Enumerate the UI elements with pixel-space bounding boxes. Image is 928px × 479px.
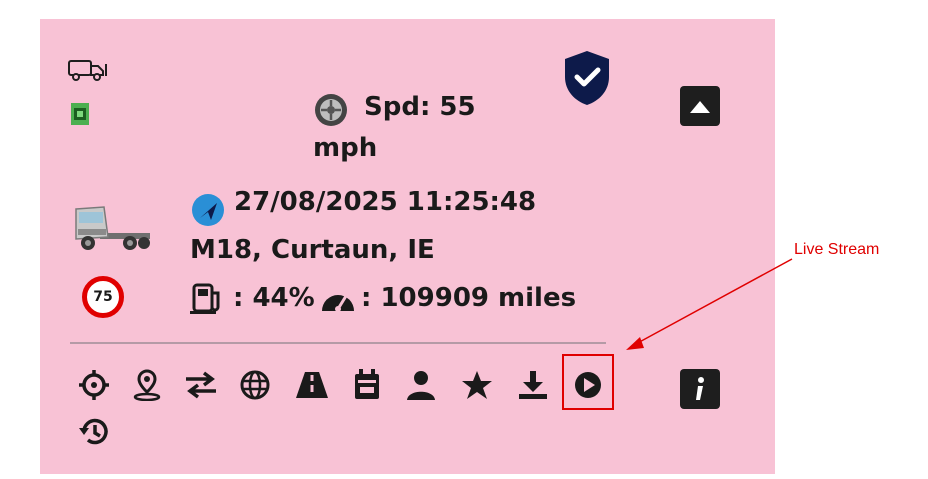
divider: [70, 342, 606, 344]
engine-status-icon: [71, 103, 89, 125]
security-shield-icon: [565, 51, 609, 105]
navigation-arrow-icon: [192, 194, 224, 226]
truck-outline-icon: [68, 60, 107, 81]
info-button[interactable]: [680, 369, 720, 409]
user-icon: [407, 371, 435, 400]
calendar-button[interactable]: [350, 368, 384, 402]
fuel-pump-icon: [190, 283, 220, 314]
geofence-button[interactable]: [238, 368, 272, 402]
location: M18, Curtaun, IE: [190, 235, 435, 265]
truck-image: [75, 206, 150, 250]
annotation-arrow: [626, 258, 793, 350]
wheel-icon: [315, 94, 347, 126]
transfer-button[interactable]: [184, 368, 218, 402]
live-stream-highlight: [562, 354, 614, 410]
speed-limit-value: 75: [93, 289, 113, 305]
road-icon: [296, 372, 328, 398]
history-icon: [79, 418, 108, 445]
timestamp: 27/08/2025 11:25:48: [234, 187, 537, 217]
poi-button[interactable]: [130, 368, 164, 402]
annotation-label: Live Stream: [794, 241, 880, 258]
driver-button[interactable]: [404, 368, 438, 402]
info-icon: [696, 377, 704, 400]
locate-button[interactable]: [77, 368, 111, 402]
swap-arrows-icon: [186, 371, 216, 399]
caret-up-icon: [690, 101, 710, 113]
speed-limit-sign: 75: [82, 276, 124, 318]
fuel-level: : 44%: [233, 283, 315, 313]
speed-label: Spd: 55: [364, 92, 476, 122]
odometer-icon: [322, 295, 354, 312]
globe-icon: [240, 370, 270, 400]
odometer-reading: : 109909 miles: [361, 283, 577, 313]
route-button[interactable]: [295, 368, 329, 402]
speed-unit: mph: [313, 133, 378, 163]
calendar-icon: [355, 369, 379, 399]
location-pin-icon: [133, 369, 161, 401]
download-button[interactable]: [516, 368, 550, 402]
crosshair-icon: [79, 370, 109, 400]
collapse-button[interactable]: [680, 86, 720, 126]
favourite-button[interactable]: [460, 368, 494, 402]
download-icon: [519, 371, 547, 399]
star-icon: [462, 371, 492, 399]
history-button[interactable]: [77, 415, 111, 449]
